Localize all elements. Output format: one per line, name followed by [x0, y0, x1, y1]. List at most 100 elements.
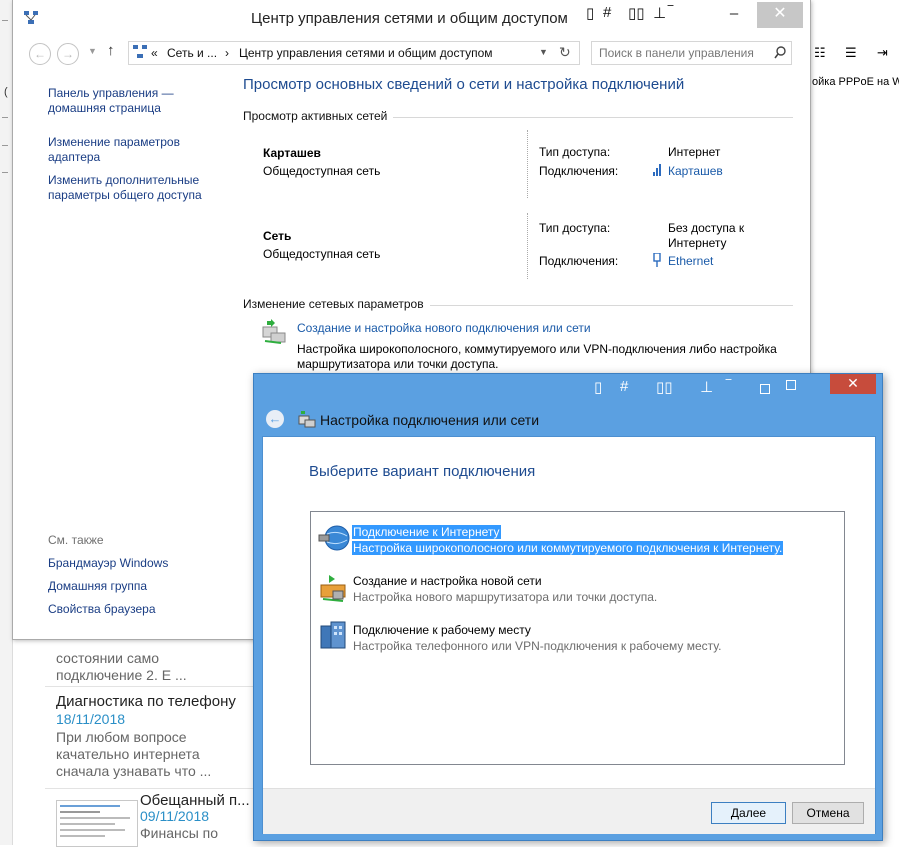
snap-left-icon[interactable]: ▯	[586, 4, 594, 22]
bullet-list-icon[interactable]: ☰	[845, 45, 857, 61]
section-title: Изменение сетевых параметров	[243, 297, 430, 311]
navigation-bar: ← → ▼ ↑ « Сеть и ... › Центр управления …	[13, 38, 810, 68]
article-thumbnail[interactable]	[56, 800, 138, 847]
maximize-icon[interactable]	[786, 380, 796, 390]
wifi-signal-icon	[653, 164, 661, 176]
list-item[interactable]: Подключение к рабочему месту Настройка т…	[311, 618, 841, 662]
pin-icon[interactable]: ⊥	[653, 4, 666, 22]
snap-left-icon[interactable]: ▯	[594, 378, 602, 396]
homegroup-link[interactable]: Домашняя группа	[48, 579, 147, 594]
restore-icon[interactable]	[760, 384, 770, 394]
next-button[interactable]: Далее	[711, 802, 786, 824]
snap-split-icon[interactable]: ▯▯	[628, 4, 645, 22]
network-type[interactable]: Общедоступная сеть	[263, 247, 380, 261]
network-type[interactable]: Общедоступная сеть	[263, 164, 380, 178]
window-title: Центр управления сетями и общим доступом	[251, 10, 568, 27]
network-center-icon	[133, 45, 147, 58]
option-description: Настройка телефонного или VPN-подключени…	[353, 639, 722, 653]
option-title: Создание и настройка новой сети	[353, 574, 542, 588]
option-description: Настройка нового маршрутизатора или точк…	[353, 590, 658, 604]
connections-label: Подключения:	[539, 164, 619, 178]
wizard-header: ← Настройка подключения или сети	[254, 402, 882, 436]
access-type-value: Интернет	[668, 145, 721, 159]
title-bar[interactable]: Центр управления сетями и общим доступом…	[13, 0, 810, 38]
connections-label: Подключения:	[539, 254, 619, 268]
snap-split-icon[interactable]: ▯▯	[656, 378, 673, 396]
breadcrumb-network-center[interactable]: Центр управления сетями и общим доступом	[239, 46, 493, 60]
wizard-back-button[interactable]: ←	[266, 410, 284, 428]
wizard-close-button[interactable]: ✕	[830, 374, 876, 394]
history-dropdown-icon[interactable]: ▼	[88, 46, 97, 56]
advanced-sharing-link[interactable]: параметры общего доступа	[48, 188, 202, 203]
advanced-sharing-link[interactable]: Изменить дополнительные	[48, 173, 199, 188]
article-text-line: подключение 2. Е ...	[56, 667, 187, 683]
top-bar-icon[interactable]: ‾	[726, 378, 731, 395]
background-tick	[2, 145, 8, 146]
indent-icon[interactable]: ⇥	[877, 45, 888, 61]
search-placeholder: Поиск в панели управления	[599, 46, 754, 60]
new-connection-link[interactable]: Создание и настройка нового подключения …	[297, 321, 591, 335]
browser-properties-link[interactable]: Свойства браузера	[48, 602, 156, 617]
pin-icon[interactable]: ⊥	[700, 378, 713, 396]
option-title: Подключение к Интернету	[352, 525, 501, 539]
new-connection-icon[interactable]	[261, 319, 289, 345]
search-input[interactable]: Поиск в панели управления	[591, 41, 792, 65]
workplace-icon	[320, 621, 346, 649]
firewall-link[interactable]: Брандмауэр Windows	[48, 556, 168, 571]
new-connection-description: Настройка широкополосного, коммутируемог…	[297, 342, 777, 356]
active-networks-section: Просмотр активных сетей	[243, 109, 793, 125]
list-icon[interactable]: ☷	[814, 45, 826, 61]
control-panel-home-link[interactable]: Панель управления —	[48, 86, 174, 101]
connection-link-ethernet[interactable]: Ethernet	[668, 254, 713, 268]
access-type-label: Тип доступа:	[539, 145, 611, 159]
access-type-value: Без доступа к	[668, 221, 745, 235]
article-text-line: Финансы по	[140, 825, 219, 841]
change-adapter-link[interactable]: адаптера	[48, 150, 100, 165]
back-button[interactable]: ←	[29, 43, 51, 65]
grid-icon[interactable]: #	[620, 378, 628, 395]
close-button[interactable]: ✕	[757, 2, 803, 28]
article-title[interactable]: Диагностика по телефону	[56, 693, 236, 710]
change-settings-section: Изменение сетевых параметров	[243, 297, 793, 313]
access-type-label: Тип доступа:	[539, 221, 611, 235]
grid-icon[interactable]: #	[603, 4, 611, 21]
wizard-body: Выберите вариант подключения Подключение…	[262, 436, 876, 834]
divider	[527, 130, 528, 198]
search-icon[interactable]	[774, 46, 787, 59]
breadcrumb-network[interactable]: Сеть и ...	[167, 46, 217, 60]
article-title[interactable]: Обещанный п...	[140, 792, 250, 809]
up-button[interactable]: ↑	[107, 42, 115, 59]
change-adapter-link[interactable]: Изменение параметров	[48, 135, 180, 150]
connection-link-wifi[interactable]: Карташев	[668, 164, 723, 178]
background-tick	[2, 172, 8, 173]
background-tab-label[interactable]: ойка PPPoE на W	[812, 76, 899, 88]
network-setup-icon	[298, 411, 316, 428]
network-name: Карташев	[263, 146, 321, 160]
breadcrumb-separator[interactable]: ›	[225, 46, 229, 60]
background-tick	[2, 117, 8, 118]
article-text-line: состоянии само	[56, 650, 160, 666]
cancel-button[interactable]: Отмена	[792, 802, 864, 824]
list-item[interactable]: Подключение к Интернету Настройка широко…	[311, 520, 841, 564]
globe-icon	[318, 525, 350, 551]
control-panel-home-link[interactable]: домашняя страница	[48, 101, 161, 116]
address-dropdown-icon[interactable]: ▼	[539, 47, 548, 57]
article-text-line: сначала узнавать что ...	[56, 763, 212, 779]
address-prefix: «	[151, 46, 158, 60]
router-icon	[320, 575, 346, 602]
forward-button[interactable]: →	[57, 43, 79, 65]
wizard-title-bar[interactable]: ▯ # ▯▯ ⊥ ‾ ✕	[254, 374, 882, 402]
refresh-icon[interactable]: ↻	[559, 44, 571, 61]
list-item[interactable]: Создание и настройка новой сети Настройк…	[311, 569, 841, 613]
top-bar-icon[interactable]: ‾	[668, 4, 673, 21]
network-center-icon	[24, 11, 38, 24]
address-bar[interactable]: « Сеть и ... › Центр управления сетями и…	[128, 41, 580, 65]
connection-options-list: Подключение к Интернету Настройка широко…	[310, 511, 845, 765]
wizard-heading: Выберите вариант подключения	[309, 463, 536, 480]
divider	[527, 213, 528, 279]
access-type-value-line2: Интернету	[668, 236, 727, 250]
background-tick	[2, 20, 8, 21]
article-text-line: качательно интернета	[56, 746, 200, 762]
option-description: Настройка широкополосного или коммутируе…	[352, 541, 784, 555]
minimize-button[interactable]: –	[711, 2, 757, 28]
